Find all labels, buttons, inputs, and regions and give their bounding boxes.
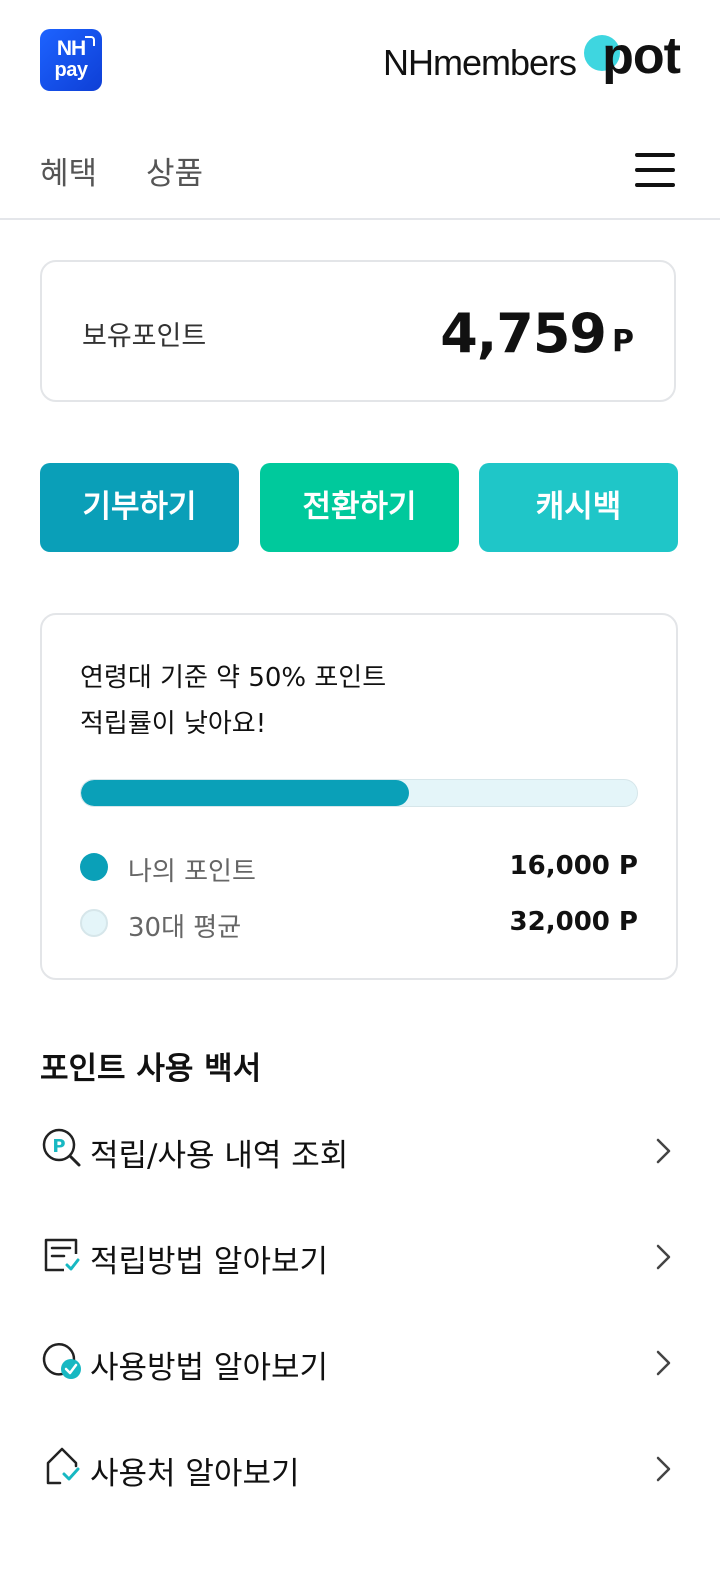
- hamburger-menu-icon[interactable]: [635, 153, 675, 187]
- cashback-button[interactable]: 캐시백: [479, 463, 678, 552]
- my-points-value: 16,000 P: [509, 851, 638, 881]
- guide-section-title: 포인트 사용 백서: [40, 1051, 262, 1087]
- nhpay-logo[interactable]: NH pay: [40, 29, 102, 91]
- comparison-title: 연령대 기준 약 50% 포인트 적립률이 낮아요!: [80, 655, 386, 747]
- circle-check-icon: [42, 1343, 81, 1379]
- my-points-label: 나의 포인트: [128, 857, 256, 887]
- points-comparison-card: 연령대 기준 약 50% 포인트 적립률이 낮아요! 나의 포인트 16,000…: [40, 613, 678, 980]
- menu-item-history[interactable]: P 적립/사용 내역 조회: [40, 1110, 680, 1190]
- convert-button[interactable]: 전환하기: [260, 463, 459, 552]
- checklist-icon: [44, 1238, 80, 1272]
- average-points-dot: [80, 909, 108, 937]
- points-label: 보유포인트: [82, 321, 207, 352]
- menu-item-earn-guide[interactable]: 적립방법 알아보기: [40, 1216, 680, 1296]
- tab-products[interactable]: 상품: [146, 148, 203, 193]
- logo-corner-mark: [85, 36, 95, 46]
- menu-item-places[interactable]: 사용처 알아보기: [40, 1428, 680, 1508]
- my-points-dot: [80, 853, 108, 881]
- chevron-right-icon: [656, 1138, 671, 1164]
- chevron-right-icon: [656, 1244, 671, 1270]
- menu-item-label: 적립/사용 내역 조회: [90, 1138, 349, 1174]
- svg-text:P: P: [52, 1136, 65, 1157]
- average-points-value: 32,000 P: [509, 907, 638, 937]
- nhpay-logo-line2: pay: [54, 59, 88, 81]
- header: NH pay NHmembers pot: [0, 0, 720, 120]
- brand-members-text: NHmembers: [382, 42, 577, 83]
- comparison-title-line1: 연령대 기준 약 50% 포인트: [80, 663, 387, 693]
- tab-benefits[interactable]: 혜택: [40, 148, 97, 193]
- chevron-right-icon: [656, 1456, 671, 1482]
- top-nav: 혜택 상품: [0, 120, 720, 220]
- menu-item-label: 적립방법 알아보기: [90, 1244, 329, 1280]
- menu-item-use-guide[interactable]: 사용방법 알아보기: [40, 1322, 680, 1402]
- house-check-icon: [46, 1447, 80, 1485]
- points-balance-card: 보유포인트 4,759 P: [40, 260, 676, 402]
- menu-item-label: 사용방법 알아보기: [90, 1350, 329, 1386]
- average-points-label: 30대 평균: [128, 913, 242, 943]
- points-value: 4,759: [440, 302, 607, 365]
- comparison-title-line2: 적립률이 낮아요!: [80, 709, 267, 739]
- brand-pot-text: pot: [602, 27, 681, 85]
- chevron-right-icon: [656, 1350, 671, 1376]
- points-progress-fill: [81, 780, 410, 806]
- point-search-icon: P: [42, 1128, 81, 1167]
- donate-button[interactable]: 기부하기: [40, 463, 239, 552]
- menu-item-label: 사용처 알아보기: [90, 1456, 300, 1492]
- points-progress-bar: [80, 779, 638, 807]
- points-unit: P: [612, 324, 634, 359]
